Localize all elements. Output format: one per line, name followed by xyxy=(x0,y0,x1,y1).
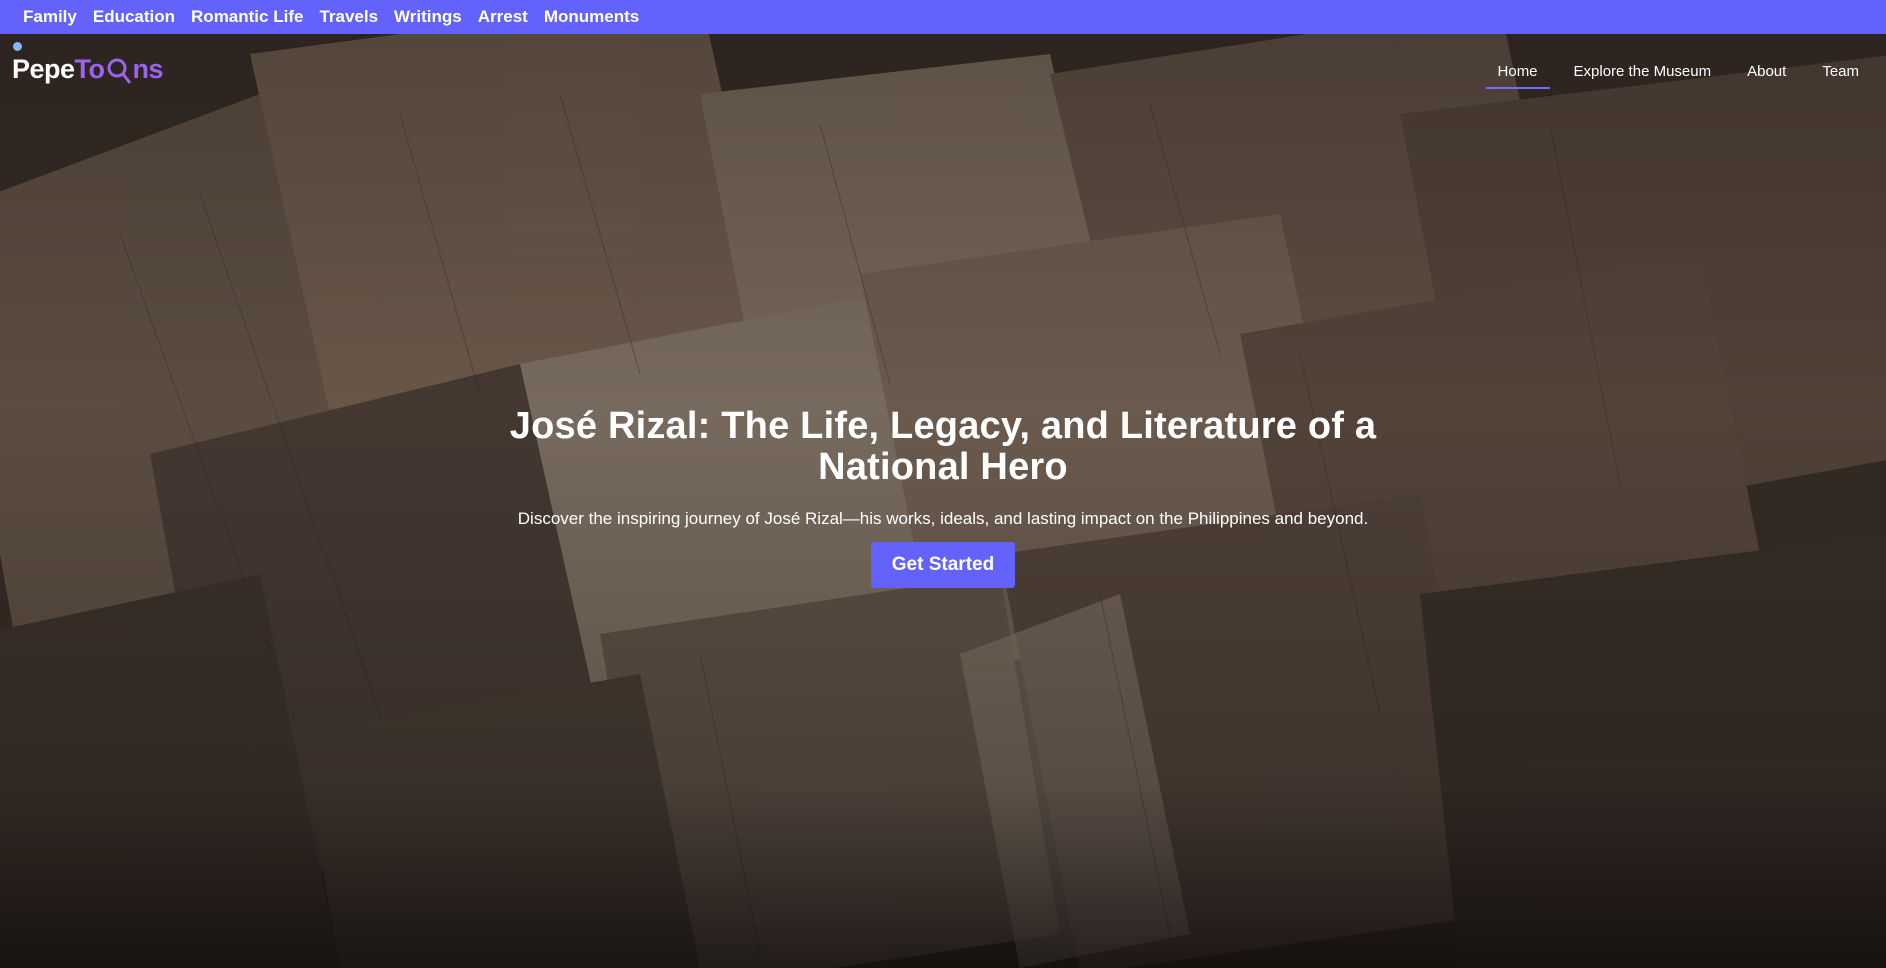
top-category-bar: Family Education Romantic Life Travels W… xyxy=(0,0,1886,34)
nav-home[interactable]: Home xyxy=(1485,54,1550,89)
nav-about[interactable]: About xyxy=(1735,54,1798,89)
topnav-education[interactable]: Education xyxy=(93,0,175,34)
nav-team[interactable]: Team xyxy=(1810,54,1871,89)
logo-text-ns: ns xyxy=(132,53,164,84)
hero-title: José Rizal: The Life, Legacy, and Litera… xyxy=(509,405,1377,488)
get-started-button[interactable]: Get Started xyxy=(870,542,1016,588)
logo-dot-icon xyxy=(13,42,22,51)
topnav-arrest[interactable]: Arrest xyxy=(478,0,528,34)
topnav-monuments[interactable]: Monuments xyxy=(544,0,639,34)
nav-explore-museum[interactable]: Explore the Museum xyxy=(1562,54,1724,89)
topnav-writings[interactable]: Writings xyxy=(394,0,462,34)
hero-section: Pepe To ns Home Explore the Museum About… xyxy=(0,34,1886,968)
topnav-travels[interactable]: Travels xyxy=(319,0,378,34)
hero-content: José Rizal: The Life, Legacy, and Litera… xyxy=(0,406,1886,588)
hero-subtitle: Discover the inspiring journey of José R… xyxy=(517,509,1369,528)
topnav-family[interactable]: Family xyxy=(23,0,77,34)
pepetoons-logo[interactable]: Pepe To ns xyxy=(12,42,164,90)
topnav-romantic-life[interactable]: Romantic Life xyxy=(191,0,303,34)
logo-text-to: To xyxy=(74,53,105,84)
logo-text-pepe: Pepe xyxy=(12,53,75,84)
magnifier-icon xyxy=(106,56,132,84)
main-navigation: Home Explore the Museum About Team xyxy=(1474,54,1871,89)
